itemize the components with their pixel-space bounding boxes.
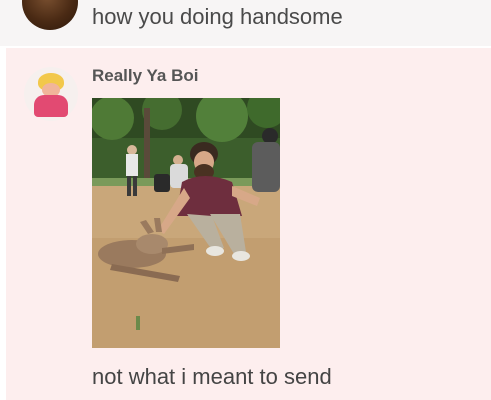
- message-caption: not what i meant to send: [92, 364, 332, 389]
- sender-avatar[interactable]: [22, 0, 78, 30]
- message-image[interactable]: [92, 98, 280, 348]
- author-avatar[interactable]: [24, 67, 78, 121]
- photo-illustration: [92, 98, 280, 348]
- author-name[interactable]: Really Ya Boi: [92, 66, 198, 86]
- message-text: how you doing handsome: [92, 4, 343, 29]
- previous-message: how you doing handsome: [0, 0, 491, 46]
- avatar-body-shape: [34, 95, 68, 117]
